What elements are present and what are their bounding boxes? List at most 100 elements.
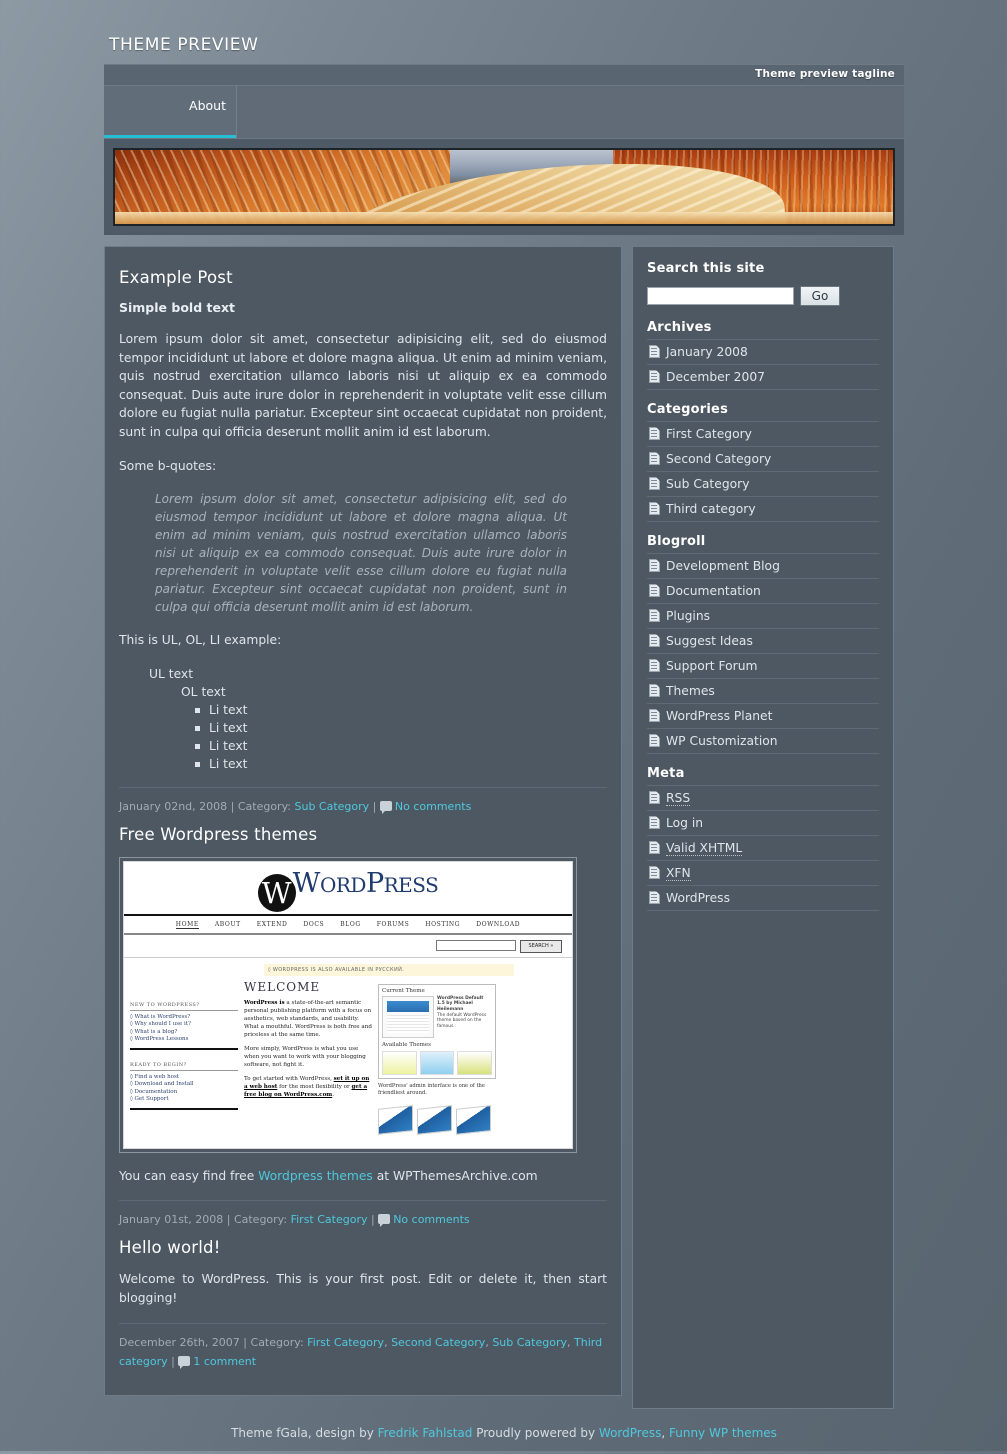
comments-link[interactable]: 1 comment [193,1355,256,1368]
wordmark-ress: RESS [383,872,439,897]
list-item[interactable]: WordPress [647,886,879,911]
footer-link-wordpress[interactable]: WordPress [599,1426,661,1440]
page-icon [649,791,660,804]
list-item[interactable]: Themes [647,679,879,704]
list-item[interactable]: Second Category [647,447,879,472]
post-free-wordpress-themes: Free Wordpress themes WWORDPRESS HOME AB… [119,825,607,1230]
comments-link[interactable]: No comments [395,800,471,813]
meta-sep: | [167,1354,179,1368]
meta-sep: | [367,1213,379,1227]
post-date: January 01st, 2008 [119,1213,224,1227]
wp-panel-available-themes: Available Themes [382,1041,431,1048]
blogroll-link[interactable]: Development Blog [666,559,780,573]
sidebar-heading-meta: Meta [647,766,685,781]
blogroll-link[interactable]: Documentation [666,584,761,598]
category-link[interactable]: Sub Category [666,477,749,491]
category-link[interactable]: Sub Category [492,1336,567,1349]
list-item[interactable]: XFN [647,861,879,886]
search-go-button[interactable]: Go [800,286,840,306]
blogroll-link[interactable]: WordPress Planet [666,709,772,723]
list-item[interactable]: WordPress Planet [647,704,879,729]
wp-feature-card [378,1104,413,1135]
meta-link-wordpress[interactable]: WordPress [666,891,730,905]
nav-link-about[interactable]: About [104,86,237,138]
meta-link-rss[interactable]: RSS [666,791,691,806]
wp-logo-bar: WWORDPRESS [124,862,572,916]
wp-nav-download: DOWNLOAD [476,920,521,928]
search-form: Go [647,280,879,308]
banner-frame [104,138,904,235]
footer-link-themes[interactable]: Funny WP themes [669,1426,777,1440]
footer-link-designer[interactable]: Fredrik Fahlstad [378,1426,473,1440]
list-item[interactable]: Log in [647,811,879,836]
archive-link[interactable]: January 2008 [666,345,748,359]
archive-link[interactable]: December 2007 [666,370,765,384]
page-icon [649,427,660,440]
wp-nav-home: HOME [175,920,199,929]
post-title[interactable]: Example Post [119,268,607,287]
post-title[interactable]: Hello world! [119,1238,607,1257]
list-item[interactable]: Development Blog [647,554,879,579]
list-item[interactable]: Suggest Ideas [647,629,879,654]
sidebar-heading-search: Search this site [647,261,765,276]
category-label: Category: [237,799,295,813]
demo-ordered-list: OL text Li text Li text Li text Li text [149,683,607,773]
blogroll-link[interactable]: Plugins [666,609,710,623]
category-link[interactable]: Sub Category [295,800,370,813]
wp-theme-thumb-bar [387,1000,429,1012]
comments-link[interactable]: No comments [393,1213,469,1226]
list-item[interactable]: Sub Category [647,472,879,497]
category-link[interactable]: Second Category [666,452,771,466]
category-link[interactable]: First Category [291,1213,368,1226]
nav-item-about[interactable]: About [104,86,237,138]
wp-nav-about: ABOUT [214,920,241,928]
list-item[interactable]: Support Forum [647,654,879,679]
caption-link[interactable]: Wordpress themes [258,1169,373,1183]
category-link[interactable]: First Category [307,1336,384,1349]
meta-link-login[interactable]: Log in [666,816,703,830]
blogroll-link[interactable]: Suggest Ideas [666,634,753,648]
wp-feature-cards [378,1104,496,1135]
meta-link-xfn[interactable]: XFN [666,866,691,881]
category-link[interactable]: Second Category [391,1336,485,1349]
page-icon [649,584,660,597]
list-item[interactable]: WP Customization [647,729,879,754]
list-item[interactable]: Documentation [647,579,879,604]
post-title[interactable]: Free Wordpress themes [119,825,607,844]
blogroll-link[interactable]: Support Forum [666,659,758,673]
page-icon [649,841,660,854]
wp-para1-bold: WordPress is [244,999,285,1006]
wp-theme-card [457,1050,493,1075]
wp-feature-card [456,1104,491,1135]
search-input[interactable] [647,287,794,305]
list-item[interactable]: December 2007 [647,365,879,390]
wp-right-column: Current Theme WordPress Default 1.5 by M… [378,980,496,1135]
meta-list: RSS Log in Valid XHTML XFN WordPress [647,785,879,911]
list-item: Li text [195,701,607,719]
list-item[interactable]: Valid XHTML [647,836,879,861]
list-item[interactable]: Plugins [647,604,879,629]
wp-panel-current-theme: Current Theme [382,987,425,994]
wp-nav-blog: BLOG [340,920,361,928]
list-intro: This is UL, OL, LI example: [119,633,282,648]
category-link[interactable]: First Category [666,427,752,441]
list-item: Li text [195,719,607,737]
category-label: Category: [233,1213,291,1227]
category-link[interactable]: Third category [666,502,756,516]
page-icon [649,816,660,829]
list-item[interactable]: January 2008 [647,340,879,365]
banner-lower-band [115,212,893,224]
blogroll-link[interactable]: Themes [666,684,715,698]
wordpress-screenshot-frame: WWORDPRESS HOME ABOUT EXTEND DOCS BLOG F… [119,856,577,1153]
list-item[interactable]: First Category [647,422,879,447]
wp-link: ◊ Why should I use it? [130,1021,191,1028]
meta-link-xhtml[interactable]: Valid XHTML [666,841,743,856]
page-icon [649,345,660,358]
list-item: Li text [195,737,607,755]
page-icon [649,370,660,383]
blogroll-link[interactable]: WP Customization [666,734,778,748]
post-meta: January 01st, 2008 | Category: First Cat… [119,1200,607,1229]
wp-paragraph-3: To get started with WordPress, set it up… [244,1075,372,1099]
list-item[interactable]: Third category [647,497,879,522]
list-item[interactable]: RSS [647,786,879,811]
